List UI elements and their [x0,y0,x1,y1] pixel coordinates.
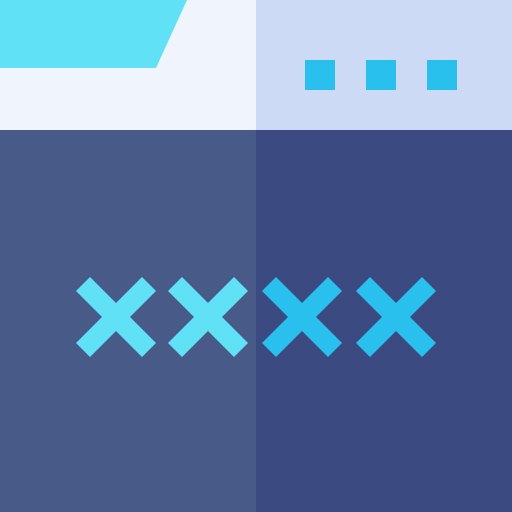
menu-dot [366,60,396,90]
password-field[interactable] [0,130,512,512]
x-mark-icon [168,277,248,357]
x-mark-icon [262,277,342,357]
window-content [0,130,512,512]
x-mark-icon [356,277,436,357]
x-mark-icon [76,277,156,357]
browser-tab[interactable] [0,0,190,68]
menu-dot [427,60,457,90]
more-dots-icon[interactable] [305,60,457,90]
title-bar [0,0,512,130]
tab-shape [0,0,187,68]
browser-window [0,0,512,512]
menu-dot [305,60,335,90]
